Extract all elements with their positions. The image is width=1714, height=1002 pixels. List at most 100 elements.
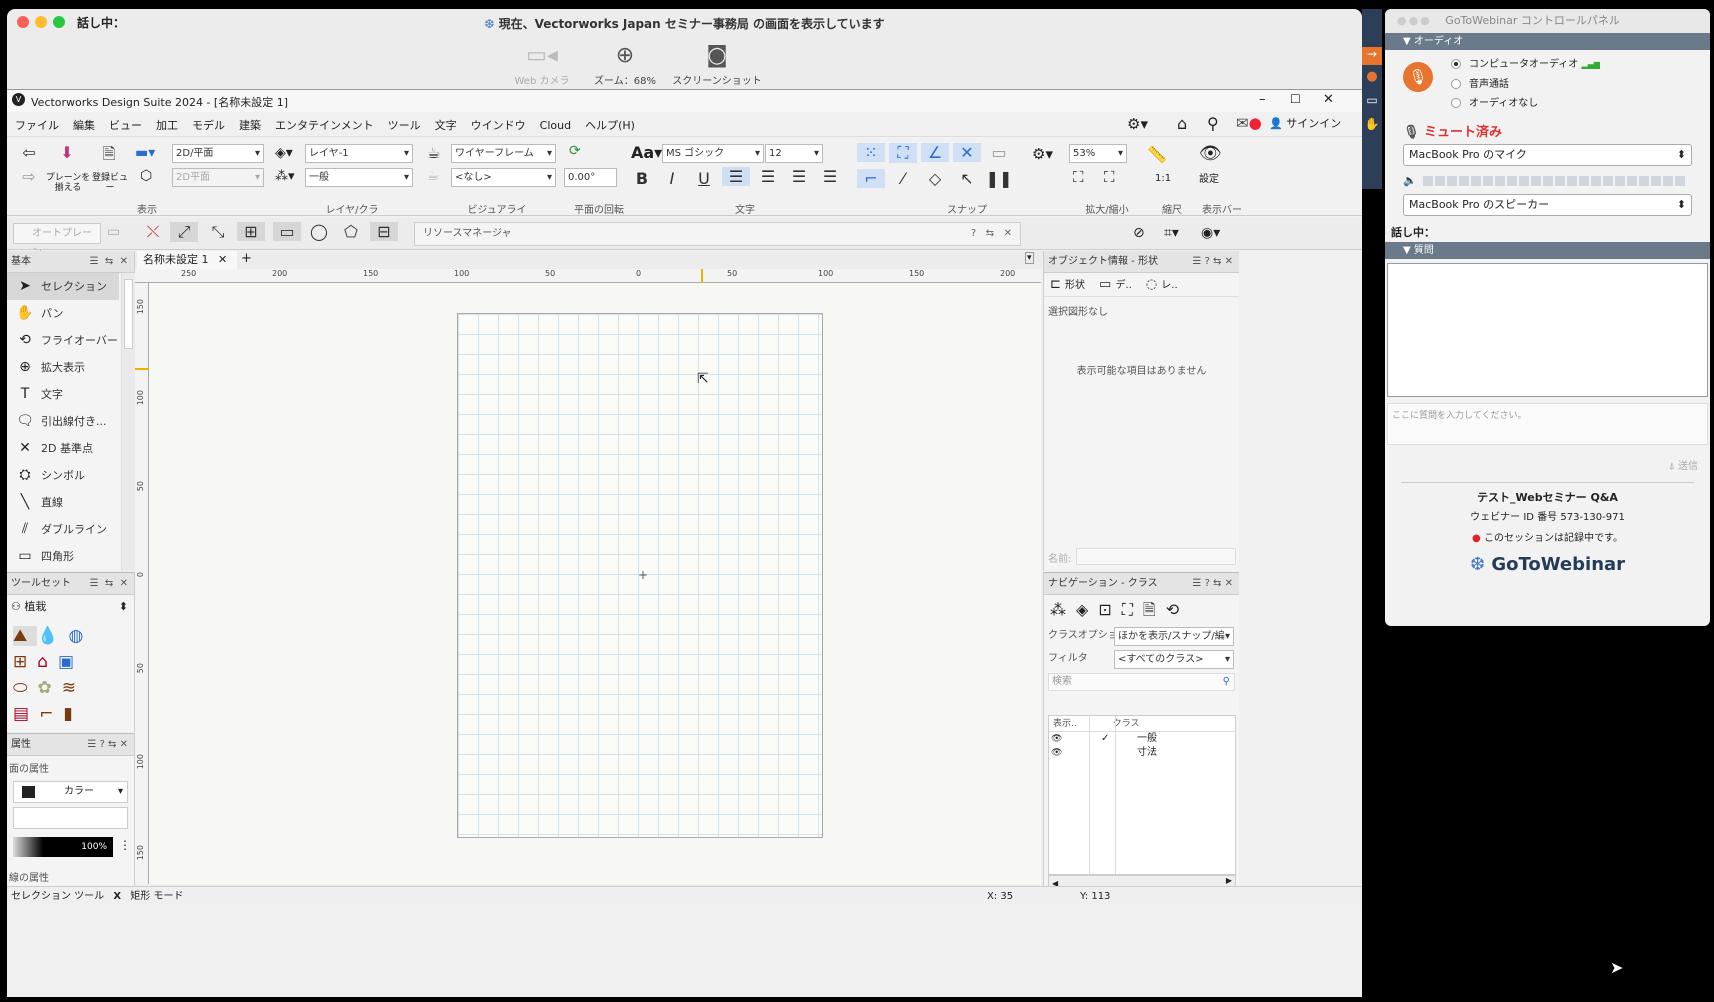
snap-surface-icon[interactable]: ◇ (921, 169, 949, 188)
question-input[interactable]: ここに質問を入力してください。 (1387, 403, 1708, 445)
menu-item[interactable]: ヘルプ(H) (585, 119, 635, 132)
radio-selected[interactable] (1451, 59, 1461, 69)
audio-section-header[interactable]: ▼ オーディオ (1385, 33, 1710, 50)
water-icon[interactable]: 💧 (37, 626, 68, 646)
class-select[interactable]: 一般 ▾ (305, 168, 413, 187)
filter-select[interactable]: <すべてのクラス> ▾ (1114, 650, 1234, 669)
resource-manager-bar[interactable]: リソースマネージャ? ⇆ ✕ (414, 222, 1021, 246)
tool-item[interactable]: ✋ パン (7, 300, 119, 327)
autoplane-toggle[interactable]: オートプレーン (13, 223, 101, 258)
questions-section-header[interactable]: ▼ 質問 (1385, 242, 1710, 259)
eye-off-icon[interactable]: ⊘ (1133, 225, 1145, 241)
maximize-icon[interactable]: ☐ (1290, 92, 1301, 106)
tool-item[interactable]: ⟲ フライオーバー (7, 327, 119, 354)
speaker-select[interactable]: MacBook Pro のスピーカー ⬍ (1403, 194, 1692, 216)
menu-item[interactable]: Cloud (540, 119, 571, 132)
hand-icon[interactable]: ✋ (1362, 117, 1382, 137)
toolset-icons[interactable]: ⛰💧◍ ⊞⌂▣ ⬭✿≋ ▤⌐▮ (7, 619, 134, 731)
class-option-select[interactable]: ほかを表示/スナップ/編 ▾ (1114, 627, 1234, 646)
barn-icon[interactable]: ⌂ (37, 652, 58, 672)
hedge-icon[interactable]: ≋ (62, 678, 86, 698)
faucet-icon[interactable]: ⌐ (39, 704, 63, 724)
screenshot-button[interactable]: ◙ スクリーンショット (672, 40, 762, 87)
radio-unselected[interactable] (1451, 98, 1461, 108)
send-button[interactable]: ⍋ 送信 (1385, 445, 1710, 472)
plane-icon[interactable]: ▭ (107, 224, 120, 240)
close-icon[interactable]: ✕ (1323, 92, 1334, 107)
menu-item[interactable]: 加工 (156, 119, 178, 132)
viewport-icon[interactable]: ⊡ (1098, 600, 1121, 619)
polygon-icon[interactable]: ⬠ (337, 222, 365, 241)
menu-item[interactable]: 文字 (435, 119, 457, 132)
grid-icon[interactable]: ⊞ (13, 652, 37, 672)
fit-page-icon[interactable]: ⛶ (1073, 168, 1084, 186)
snap-tangent-icon[interactable]: ⌐ (857, 169, 885, 188)
gear-icon[interactable]: ⚙▾ (1127, 115, 1148, 133)
snap-grid-icon[interactable]: ⁙ (857, 143, 885, 162)
webcam-button[interactable]: ▭◂ Web カメラ (497, 40, 587, 87)
more-icon[interactable]: ⋮ (119, 838, 131, 852)
snap-point-icon[interactable]: ⁄ (889, 169, 917, 188)
menu-item[interactable]: ウインドウ (471, 119, 526, 132)
layer-select[interactable]: レイヤ-1 ▾ (305, 144, 413, 163)
share-icon[interactable]: ⁂ (1050, 600, 1076, 619)
tool-item[interactable]: ⛭ シンボル (7, 462, 119, 489)
search-icon[interactable]: ⚲ (1207, 114, 1219, 133)
visibility-eye-icon[interactable]: 👁 (1051, 732, 1062, 746)
render-mode-select[interactable]: ワイヤーフレーム ▾ (451, 144, 556, 163)
lasso-icon[interactable]: ◯ (305, 222, 333, 241)
saved-view-icon[interactable]: ⛶ (1122, 600, 1143, 619)
mic-select[interactable]: MacBook Pro のマイク ⬍ (1403, 144, 1692, 166)
globe-icon[interactable]: ◉▾ (1201, 225, 1220, 241)
settings-gear-icon[interactable]: ⚙▾ (1032, 145, 1053, 163)
reference-icon[interactable]: 🗎 (1143, 600, 1166, 619)
crop-icon[interactable]: ⌗▾ (1164, 225, 1179, 241)
mic-muted-icon[interactable]: 🎙 (1403, 62, 1433, 92)
tool-item[interactable]: ➤ セレクション (7, 273, 119, 300)
layers-nav-icon[interactable]: ◈ (1076, 600, 1098, 619)
tool-item[interactable]: ⊕ 拡大表示 (7, 354, 119, 381)
mic-icon[interactable]: ● (1362, 69, 1382, 89)
menu-item[interactable]: ツール (388, 119, 421, 132)
tool-item[interactable]: T 文字 (7, 381, 119, 408)
site-icon[interactable]: ⛰ (13, 626, 38, 646)
font-size-select[interactable]: 12 ▾ (765, 144, 823, 163)
snap-distance-icon[interactable]: ▭ (985, 143, 1013, 162)
name-field[interactable] (1076, 548, 1236, 565)
fill-color-select[interactable]: カラー ▾ (13, 781, 128, 803)
fit-objects-icon[interactable]: ⛶ (1104, 168, 1115, 186)
align-right-icon[interactable]: ☰ (785, 167, 813, 186)
window-controls[interactable]: ●●● (1397, 14, 1432, 27)
class-row[interactable]: 👁 寸法 (1049, 746, 1235, 760)
add-tab-icon[interactable]: + (241, 251, 252, 266)
tab-menu-icon[interactable]: ▾ (1025, 252, 1034, 264)
toolset-select[interactable]: ⚇ 植栽 ⬍ (7, 595, 134, 619)
doc-tab[interactable]: 名称未設定 1 ✕ (137, 251, 237, 269)
snap-edge-icon[interactable]: ↖ (953, 169, 981, 188)
mode-icon-3[interactable]: ⤡ (204, 222, 232, 242)
zoom-button[interactable]: ⊕ ズーム：68% (580, 40, 670, 87)
snap-object-icon[interactable]: ⛶ (889, 143, 917, 163)
visibility-eye-icon[interactable]: 👁 (1051, 746, 1062, 760)
screen-icon[interactable]: ▣ (58, 652, 84, 672)
mail-icon[interactable]: ✉● (1236, 114, 1262, 132)
door-icon[interactable]: ▮ (63, 704, 82, 724)
window-icon[interactable]: ▤ (13, 704, 39, 724)
class-search-field[interactable]: 検索 ⚲ (1048, 673, 1235, 691)
phone-call-option[interactable]: 音声通話 (1451, 75, 1509, 90)
rectangle-mode-icon[interactable]: ▭ (273, 222, 301, 241)
tool-item[interactable]: ⫽ ダブルライン (7, 516, 119, 543)
object-info-tab[interactable]: ◌ レ.. (1146, 277, 1178, 292)
align-center-icon[interactable]: ☰ (754, 167, 782, 186)
rotation-field[interactable]: 0.00° (564, 168, 617, 187)
view-select-2[interactable]: 2D平面 ▾ (172, 168, 264, 187)
snap-angle-icon[interactable]: ∠ (921, 143, 949, 162)
tool-item[interactable]: ▭ 四角形 (7, 543, 119, 570)
align-left-icon[interactable]: ☰ (722, 167, 750, 186)
mode-icon-4[interactable]: ⊞ (237, 222, 265, 241)
zoom-select[interactable]: 53% ▾ (1069, 144, 1127, 163)
menu-item[interactable]: モデル (192, 119, 225, 132)
pipe-icon[interactable]: ⬭ (13, 678, 38, 698)
signin-button[interactable]: 👤 サインイン (1269, 115, 1341, 131)
pause-icon[interactable]: ❚❚ (985, 169, 1013, 188)
